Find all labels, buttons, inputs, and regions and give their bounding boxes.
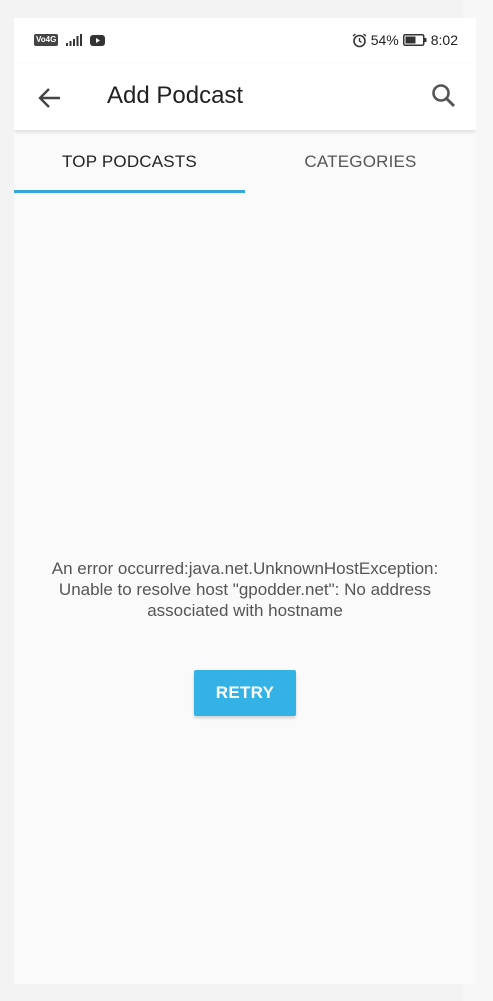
page-title: Add Podcast	[107, 82, 244, 109]
search-icon	[432, 84, 456, 108]
app-bar: Add Podcast	[14, 64, 476, 130]
battery-icon	[402, 34, 427, 46]
battery-percent: 54%	[370, 32, 399, 48]
volte-icon: Vo4G	[34, 34, 59, 46]
tab-top-podcasts[interactable]: TOP PODCASTS	[14, 131, 245, 193]
youtube-icon	[90, 34, 106, 46]
tab-bar: TOP PODCASTS CATEGORIES	[14, 131, 476, 193]
error-message: An error occurred:java.net.UnknownHostEx…	[51, 559, 439, 620]
arrow-left-icon	[38, 88, 60, 108]
signal-icon	[66, 34, 83, 46]
status-bar: Vo4G 54% 8:02	[14, 18, 476, 64]
status-left: Vo4G	[34, 34, 106, 46]
tab-indicator	[14, 190, 245, 193]
tab-categories[interactable]: CATEGORIES	[245, 131, 476, 193]
alarm-icon	[352, 32, 367, 47]
retry-button[interactable]: RETRY	[194, 670, 296, 716]
app-screen: Vo4G 54% 8:02 Add Podcast TOP PODCASTS C…	[14, 18, 476, 984]
back-button[interactable]	[36, 84, 64, 112]
search-button[interactable]	[430, 82, 458, 110]
status-time: 8:02	[430, 32, 458, 48]
status-right: 54% 8:02	[352, 32, 458, 48]
